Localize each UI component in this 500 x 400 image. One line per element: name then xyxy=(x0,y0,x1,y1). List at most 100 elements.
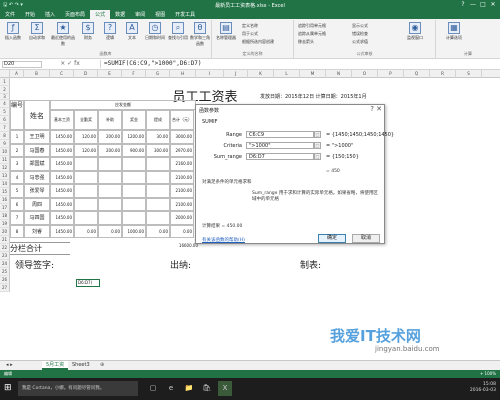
row-header[interactable]: 27 xyxy=(0,284,10,292)
row-header[interactable]: 2 xyxy=(0,86,10,94)
recent-functions-button[interactable]: ★ 最近使用的函数 xyxy=(50,22,76,47)
row-header[interactable]: 9 xyxy=(0,140,10,148)
store-icon[interactable]: 🛍 xyxy=(200,381,214,396)
active-cell-d20[interactable]: D6:D7) xyxy=(76,279,100,287)
remove-arrows-button[interactable]: 移去箭头 xyxy=(298,39,314,45)
row-header[interactable]: 17 xyxy=(0,204,10,212)
column-header[interactable]: G xyxy=(146,70,170,78)
define-name-button[interactable]: 定义名称 xyxy=(242,23,258,29)
select-all-corner[interactable] xyxy=(0,70,10,78)
tab-view[interactable]: 视图 xyxy=(150,10,170,19)
maximize-icon[interactable]: □ xyxy=(478,1,488,9)
cancel-button[interactable]: 取消 xyxy=(352,234,380,243)
column-header[interactable]: H xyxy=(170,70,196,78)
row-header[interactable]: 12 xyxy=(0,164,10,172)
help-link[interactable]: 有关该函数的帮助(H) xyxy=(202,237,245,243)
error-checking-button[interactable]: 错误检查 xyxy=(352,31,368,37)
quick-access-toolbar[interactable]: 🖫 ↶ ↷ ▾ xyxy=(3,2,29,8)
minimize-icon[interactable]: — xyxy=(468,1,478,9)
dialog-close-button[interactable]: ? ✕ xyxy=(370,105,382,113)
tab-review[interactable]: 审阅 xyxy=(130,10,150,19)
sheet-tab-sheet3[interactable]: Sheet3 xyxy=(68,361,94,370)
zoom-control[interactable]: + 100% xyxy=(480,370,496,378)
sheet-tab-may-salary[interactable]: 5月工资 xyxy=(42,361,69,370)
column-header[interactable]: L xyxy=(274,70,300,78)
sheet-nav-arrows[interactable]: ◂ ▸ xyxy=(2,361,17,370)
edge-icon[interactable]: e xyxy=(164,381,178,396)
tab-home[interactable]: 开始 xyxy=(20,10,40,19)
help-icon[interactable]: ? xyxy=(458,1,468,9)
row-header[interactable]: 6 xyxy=(0,116,10,124)
autosum-button[interactable]: Σ 自动求和 xyxy=(26,22,48,41)
row-header[interactable]: 18 xyxy=(0,212,10,220)
formula-bar-icons[interactable]: × ✓ fx xyxy=(46,60,94,68)
row-header[interactable]: 10 xyxy=(0,148,10,156)
close-icon[interactable]: ✕ xyxy=(488,1,498,9)
column-header[interactable]: A xyxy=(10,70,24,78)
range-picker-icon[interactable]: ⬚ xyxy=(314,131,321,138)
trace-precedents-button[interactable]: 追踪引用单元格 xyxy=(298,23,326,29)
add-sheet-icon[interactable]: ⊕ xyxy=(96,361,108,370)
range-input[interactable]: C6:C9 xyxy=(246,131,314,138)
start-icon[interactable]: ⊞ xyxy=(4,383,14,393)
math-button[interactable]: θ 数学和三角函数 xyxy=(190,22,210,47)
row-header[interactable]: 1 xyxy=(0,78,10,86)
column-header[interactable]: R xyxy=(430,70,456,78)
column-header[interactable]: E xyxy=(98,70,122,78)
logical-button[interactable]: ? 逻辑 xyxy=(100,22,120,41)
financial-button[interactable]: $ 财务 xyxy=(78,22,98,41)
criteria-picker-icon[interactable]: ⬚ xyxy=(314,142,321,149)
lookup-button[interactable]: ⌕ 查找与引用 xyxy=(168,22,188,41)
cortana-search-box[interactable]: 我是 Cortana，小娜。有问题尽管问我。 xyxy=(18,381,138,396)
tab-developer[interactable]: 开发工具 xyxy=(170,10,200,19)
name-manager-button[interactable]: ▤ 名称管理器 xyxy=(214,22,238,41)
evaluate-formula-button[interactable]: 公式求值 xyxy=(352,39,368,45)
tab-page-layout[interactable]: 页面布局 xyxy=(60,10,90,19)
task-view-icon[interactable]: ▢ xyxy=(146,381,160,396)
tab-data[interactable]: 数据 xyxy=(110,10,130,19)
row-header[interactable]: 4 xyxy=(0,100,10,108)
trace-dependents-button[interactable]: 追踪从属单元格 xyxy=(298,31,326,37)
explorer-icon[interactable]: 📁 xyxy=(182,381,196,396)
row-header[interactable]: 24 xyxy=(0,260,10,268)
sum-range-input[interactable]: D6:D7 xyxy=(246,153,314,160)
datetime-button[interactable]: ◷ 日期和时间 xyxy=(144,22,166,41)
row-header[interactable]: 16 xyxy=(0,196,10,204)
row-header[interactable]: 15 xyxy=(0,188,10,196)
column-header[interactable]: Q xyxy=(404,70,430,78)
row-header[interactable]: 8 xyxy=(0,132,10,140)
column-header[interactable]: K xyxy=(248,70,274,78)
row-header[interactable]: 21 xyxy=(0,236,10,244)
column-header[interactable]: N xyxy=(326,70,352,78)
tab-formulas[interactable]: 公式 xyxy=(90,10,111,19)
calc-options-button[interactable]: ▦ 计算选项 xyxy=(440,22,468,41)
tab-insert[interactable]: 插入 xyxy=(40,10,60,19)
column-header[interactable]: P xyxy=(378,70,404,78)
row-header[interactable]: 20 xyxy=(0,228,10,236)
row-header[interactable]: 19 xyxy=(0,220,10,228)
name-box[interactable]: D20 xyxy=(2,61,42,68)
column-header[interactable]: C xyxy=(50,70,74,78)
column-header[interactable]: O xyxy=(352,70,378,78)
watch-window-button[interactable]: ◉ 监视窗口 xyxy=(400,22,430,41)
show-formulas-button[interactable]: 显示公式 xyxy=(352,23,368,29)
create-from-selection-button[interactable]: 根据所选内容创建 xyxy=(242,39,274,45)
row-header[interactable]: 22 xyxy=(0,244,10,252)
text-button[interactable]: A 文本 xyxy=(122,22,142,41)
row-header[interactable]: 26 xyxy=(0,276,10,284)
row-header[interactable]: 7 xyxy=(0,124,10,132)
insert-function-button[interactable]: ƒ 插入函数 xyxy=(2,22,24,41)
excel-icon[interactable]: X xyxy=(218,381,232,396)
row-header[interactable]: 5 xyxy=(0,108,10,116)
column-header[interactable]: D xyxy=(74,70,98,78)
row-header[interactable]: 13 xyxy=(0,172,10,180)
column-header[interactable]: S xyxy=(456,70,482,78)
sum-range-picker-icon[interactable]: ⬚ xyxy=(314,153,321,160)
column-header[interactable]: F xyxy=(122,70,146,78)
tab-file[interactable]: 文件 xyxy=(0,10,20,19)
column-header[interactable]: I xyxy=(196,70,224,78)
formula-input[interactable]: =SUMIF(C6:C9,">1000",D6:D7) xyxy=(100,60,496,68)
row-header[interactable]: 14 xyxy=(0,180,10,188)
row-header[interactable]: 23 xyxy=(0,252,10,260)
column-header[interactable]: B xyxy=(24,70,50,78)
